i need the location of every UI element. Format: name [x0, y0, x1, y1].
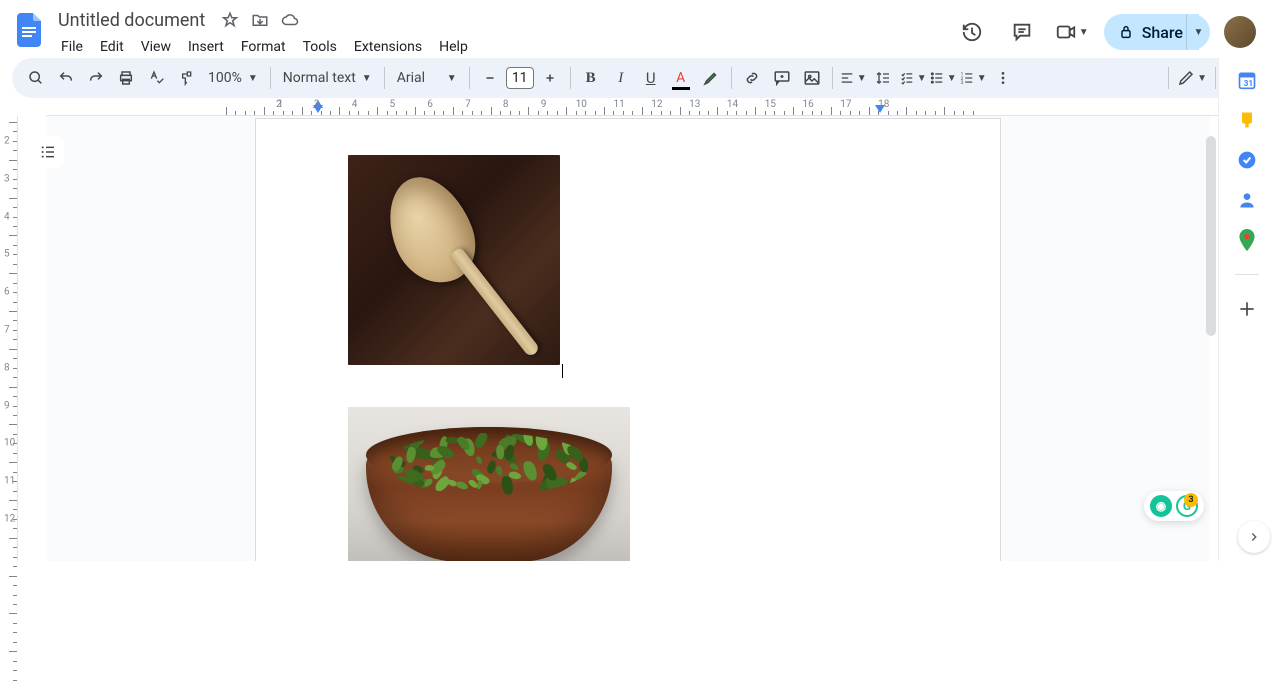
- decrease-font-size-icon[interactable]: [476, 64, 504, 92]
- font-dropdown[interactable]: Arial▼: [391, 64, 463, 92]
- separator: [1215, 67, 1216, 89]
- document-canvas[interactable]: [46, 116, 1210, 561]
- separator: [731, 67, 732, 89]
- menu-edit[interactable]: Edit: [93, 35, 131, 59]
- text-cursor: [562, 364, 563, 378]
- insert-link-icon[interactable]: [738, 64, 766, 92]
- grammarly-status-icon[interactable]: G 3: [1176, 495, 1198, 517]
- maps-icon[interactable]: [1237, 230, 1257, 250]
- menu-help[interactable]: Help: [432, 35, 475, 59]
- image-wooden-bowl[interactable]: [348, 407, 630, 561]
- paint-format-icon[interactable]: [172, 64, 200, 92]
- vertical-ruler[interactable]: 23456789101112: [0, 116, 18, 561]
- share-label: Share: [1142, 23, 1183, 42]
- menu-extensions[interactable]: Extensions: [347, 35, 429, 59]
- horizontal-ruler[interactable]: 123456789101112131415161718: [46, 98, 1218, 116]
- bulleted-list-dropdown[interactable]: ▼: [929, 64, 957, 92]
- line-spacing-icon[interactable]: [869, 64, 897, 92]
- star-icon[interactable]: [221, 11, 239, 29]
- spellcheck-icon[interactable]: [142, 64, 170, 92]
- text-color-icon[interactable]: A: [667, 64, 695, 92]
- highlight-icon[interactable]: [697, 64, 725, 92]
- share-button[interactable]: Share: [1104, 14, 1199, 50]
- checklist-dropdown[interactable]: ▼: [899, 64, 927, 92]
- editing-mode-dropdown[interactable]: ▼: [1177, 64, 1207, 92]
- numbered-list-dropdown[interactable]: 123▼: [959, 64, 987, 92]
- contacts-icon[interactable]: [1237, 190, 1257, 210]
- separator: [570, 67, 571, 89]
- menu-view[interactable]: View: [134, 35, 178, 59]
- redo-icon[interactable]: [82, 64, 110, 92]
- comments-icon[interactable]: [1004, 14, 1040, 50]
- bold-icon[interactable]: B: [577, 64, 605, 92]
- menu-insert[interactable]: Insert: [181, 35, 231, 59]
- share-dropdown[interactable]: ▼: [1186, 14, 1210, 50]
- italic-icon[interactable]: I: [607, 64, 635, 92]
- font-size-input[interactable]: [506, 67, 534, 89]
- separator: [1235, 274, 1259, 275]
- scrollbar-thumb[interactable]: [1206, 136, 1216, 336]
- separator: [384, 67, 385, 89]
- undo-icon[interactable]: [52, 64, 80, 92]
- print-icon[interactable]: [112, 64, 140, 92]
- docs-logo[interactable]: [12, 12, 48, 48]
- get-addons-icon[interactable]: [1237, 299, 1257, 319]
- zoom-dropdown[interactable]: 100%▼: [202, 64, 264, 92]
- menu-format[interactable]: Format: [234, 35, 293, 59]
- cloud-status-icon[interactable]: [281, 11, 299, 29]
- menu-bar: File Edit View Insert Format Tools Exten…: [54, 34, 954, 60]
- separator: [832, 67, 833, 89]
- paragraph-style-dropdown[interactable]: Normal text▼: [277, 64, 378, 92]
- menu-tools[interactable]: Tools: [296, 35, 344, 59]
- more-tools-icon[interactable]: [989, 64, 1017, 92]
- account-avatar[interactable]: [1224, 16, 1256, 48]
- separator: [270, 67, 271, 89]
- grammarly-widget[interactable]: ◉ G 3: [1144, 491, 1204, 521]
- move-icon[interactable]: [251, 11, 269, 29]
- separator: [469, 67, 470, 89]
- side-panel: 31: [1218, 58, 1274, 561]
- calendar-icon[interactable]: 31: [1237, 70, 1257, 90]
- grammarly-power-icon[interactable]: ◉: [1150, 495, 1172, 517]
- document-title[interactable]: Untitled document: [54, 8, 209, 33]
- keep-icon[interactable]: [1237, 110, 1257, 130]
- increase-font-size-icon[interactable]: [536, 64, 564, 92]
- document-outline-icon[interactable]: [32, 136, 64, 168]
- image-wooden-spoon[interactable]: [348, 155, 560, 365]
- separator: [1168, 67, 1169, 89]
- svg-text:3: 3: [960, 80, 963, 85]
- page[interactable]: [255, 118, 1001, 561]
- history-icon[interactable]: [954, 14, 990, 50]
- toolbar: 100%▼ Normal text▼ Arial▼ B I U A ▼ ▼ ▼ …: [12, 58, 1262, 98]
- align-dropdown[interactable]: ▼: [839, 64, 867, 92]
- tasks-icon[interactable]: [1237, 150, 1257, 170]
- search-menus-icon[interactable]: [22, 64, 50, 92]
- underline-icon[interactable]: U: [637, 64, 665, 92]
- meet-button[interactable]: ▼: [1054, 14, 1090, 50]
- grammarly-suggestion-count: 3: [1184, 493, 1198, 507]
- menu-file[interactable]: File: [54, 35, 90, 59]
- svg-text:31: 31: [1243, 79, 1253, 89]
- insert-image-icon[interactable]: [798, 64, 826, 92]
- hide-side-panel-icon[interactable]: [1238, 521, 1270, 553]
- add-comment-icon[interactable]: [768, 64, 796, 92]
